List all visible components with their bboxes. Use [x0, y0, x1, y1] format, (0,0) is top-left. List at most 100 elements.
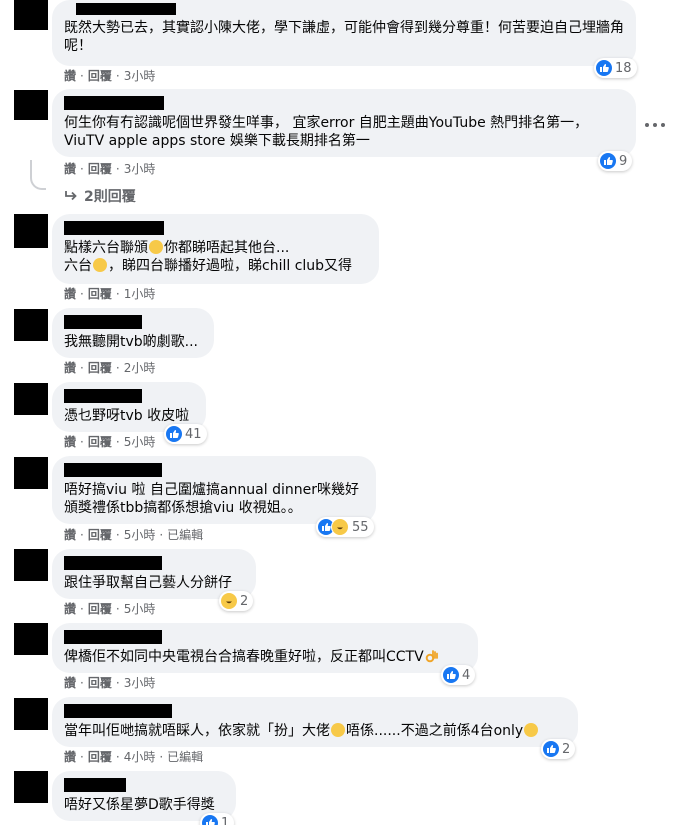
like-link[interactable]: 讚 [64, 601, 76, 617]
comment-bubble: 唔好搞viu 啦 自己圍爐搞annual dinner咪幾好頒獎禮係tbb搞都係… [52, 456, 376, 524]
reply-link[interactable]: 回覆 [88, 749, 112, 765]
timestamp[interactable]: 5小時 [124, 527, 156, 543]
comment-bubble: 既然大勢已去，其實認小陳大佬，學下謙虛，可能仲會得到幾分尊重！何苦要迫自己埋牆角… [52, 0, 636, 66]
like-link[interactable]: 讚 [64, 527, 76, 543]
like-link[interactable]: 讚 [64, 675, 76, 691]
separator: · [115, 676, 120, 690]
author-name-redacted[interactable] [76, 3, 176, 15]
avatar[interactable] [14, 309, 48, 341]
reaction-summary[interactable]: 55 [316, 517, 374, 537]
reply-link[interactable]: 回覆 [88, 527, 112, 543]
comment-actions: 讚 · 回覆 · 5小時 [64, 434, 155, 450]
reply-link[interactable]: 回覆 [88, 601, 112, 617]
like-icon [202, 815, 218, 825]
avatar[interactable] [14, 214, 48, 248]
reaction-count: 18 [615, 60, 632, 76]
comment-text: 何生你有冇認識呢個世界發生咩事， 宜家error 自肥主題曲YouTube 熱門… [64, 115, 589, 149]
separator: · [80, 162, 84, 176]
avatar[interactable] [14, 549, 48, 581]
separator: · [115, 750, 120, 764]
avatar[interactable] [14, 90, 48, 120]
separator: · [80, 435, 84, 449]
author-name-redacted[interactable] [64, 778, 126, 792]
separator: · [80, 287, 84, 301]
reaction-count: 2 [562, 741, 571, 757]
avatar[interactable] [14, 457, 48, 489]
laughing-emoji-icon [149, 240, 163, 254]
avatar[interactable] [14, 0, 48, 30]
reaction-summary[interactable]: 4 [441, 665, 476, 685]
more-horizontal-icon[interactable] [645, 118, 665, 132]
rofl-emoji-icon [331, 723, 345, 737]
like-link[interactable]: 讚 [64, 161, 76, 177]
like-icon [166, 426, 182, 442]
comment-bubble: 我無聽開tvb啲劇歌... [52, 308, 214, 358]
like-icon [596, 60, 612, 76]
reply-link[interactable]: 回覆 [88, 286, 112, 302]
reply-link[interactable]: 回覆 [88, 161, 112, 177]
like-link[interactable]: 讚 [64, 68, 76, 84]
avatar[interactable] [14, 771, 48, 803]
separator: · [80, 676, 84, 690]
timestamp[interactable]: 5小時 [124, 601, 156, 617]
timestamp[interactable]: 4小時 [124, 749, 156, 765]
separator: · [115, 361, 120, 375]
author-name-redacted[interactable] [64, 315, 142, 329]
comment-actions: 讚 · 回覆 · 3小時 [64, 68, 155, 84]
timestamp[interactable]: 1小時 [124, 286, 156, 302]
avatar[interactable] [14, 623, 48, 655]
like-link[interactable]: 讚 [64, 434, 76, 450]
laughing-emoji-icon [524, 723, 539, 737]
timestamp[interactable]: 3小時 [124, 68, 156, 84]
author-name-redacted[interactable] [64, 389, 142, 403]
reaction-summary[interactable]: 2 [219, 591, 254, 611]
like-icon [443, 667, 459, 683]
reaction-summary[interactable]: 41 [164, 424, 207, 444]
reaction-count: 2 [240, 593, 249, 609]
timestamp[interactable]: 5小時 [124, 434, 156, 450]
reaction-summary[interactable]: 18 [594, 58, 637, 78]
author-name-redacted[interactable] [64, 221, 164, 235]
separator: · [80, 69, 84, 83]
separator: · [115, 435, 120, 449]
author-name-redacted[interactable] [64, 463, 162, 477]
author-name-redacted[interactable] [64, 630, 162, 644]
reply-link[interactable]: 回覆 [88, 434, 112, 450]
like-link[interactable]: 讚 [64, 360, 76, 376]
like-icon [543, 741, 559, 757]
reaction-summary[interactable]: 1 [200, 813, 235, 825]
reaction-count: 41 [185, 426, 202, 442]
haha-icon [331, 518, 349, 536]
comment-text: 俾橋佢不如同中央電視台合搞春晚重好啦，反正都叫CCTV [64, 648, 466, 666]
comment-bubble: 何生你有冇認識呢個世界發生咩事， 宜家error 自肥主題曲YouTube 熱門… [52, 89, 636, 157]
edited-label: 已編輯 [167, 528, 204, 542]
separator: · [115, 528, 120, 542]
timestamp[interactable]: 3小時 [124, 161, 156, 177]
reaction-summary[interactable]: 2 [541, 739, 576, 759]
timestamp[interactable]: 3小時 [124, 675, 156, 691]
comment-actions: 讚 · 回覆 · 5小時 · 已編輯 [64, 527, 203, 543]
reply-link[interactable]: 回覆 [88, 675, 112, 691]
author-name-redacted[interactable] [64, 704, 172, 718]
smirk-emoji-icon [93, 258, 107, 272]
like-icon [600, 153, 616, 169]
comment-text: 跟住爭取幫自己藝人分餅仔 [64, 575, 232, 591]
like-link[interactable]: 讚 [64, 749, 76, 765]
separator: · [115, 162, 120, 176]
comment-text: 唔好搞viu 啦 自己圍爐搞annual dinner咪幾好頒獎禮係tbb搞都係… [64, 482, 359, 516]
like-link[interactable]: 讚 [64, 286, 76, 302]
timestamp[interactable]: 2小時 [124, 360, 156, 376]
view-replies-link[interactable]: 2則回覆 [64, 186, 136, 206]
reply-link[interactable]: 回覆 [88, 360, 112, 376]
replies-count-label: 2則回覆 [84, 189, 136, 205]
separator: · [115, 69, 120, 83]
reply-link[interactable]: 回覆 [88, 68, 112, 84]
avatar[interactable] [14, 698, 48, 730]
comment-actions: 讚 · 回覆 · 2小時 [64, 360, 155, 376]
edited-label: 已編輯 [167, 750, 204, 764]
ok-hand-emoji-icon [425, 649, 439, 663]
reaction-summary[interactable]: 9 [598, 151, 633, 171]
author-name-redacted[interactable] [64, 556, 162, 570]
avatar[interactable] [14, 383, 48, 415]
author-name-redacted[interactable] [64, 96, 164, 110]
